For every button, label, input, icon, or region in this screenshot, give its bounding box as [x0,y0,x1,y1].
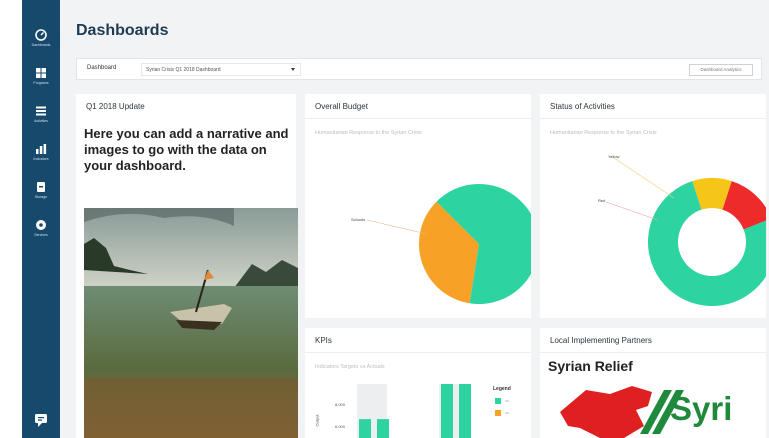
legend-swatch-orange [495,410,501,416]
dashboard-select-value: Syrian Crisis Q1 2018 Dashboard [146,67,221,73]
kpi-bar [377,419,389,438]
page-title: Dashboards [76,22,169,39]
boat-photo [84,208,298,438]
dashboard-select-label: Dashboard [87,65,117,71]
red-slice-label: Red [598,198,606,203]
sidebar-item-label: Programs [33,81,49,85]
chat-bubble-icon [35,414,47,427]
kpis-bar-chart [357,384,509,438]
dashboard-toolbar: Dashboard Syrian Crisis Q1 2018 Dashboar… [76,58,762,80]
kpi-bar [459,384,471,438]
sidebar-nav: Dashboards Programs Activities Indicator… [22,0,60,438]
sidebar-item-storage[interactable]: Storage [22,174,60,210]
activities-list-icon [36,106,46,116]
red-label-leader [605,201,659,221]
services-gear-icon [36,220,46,230]
activities-donut-chart [605,157,766,306]
dashboard-analytics-button[interactable]: Dashboard Analytics [689,64,753,76]
legend-swatch-teal [495,398,501,404]
budget-slice-label: Schools [351,217,366,222]
kpi-bar [441,384,453,438]
programs-grid-icon [36,68,46,78]
yellow-slice-label: Yellow [608,154,620,159]
kpi-y-tick: 6,000 [335,424,346,429]
sidebar-item-label: Storage [34,195,48,199]
kpi-y-axis-label: Output [314,414,320,427]
sidebar-item-label: Activities [34,119,48,123]
activities-card: Status of Activities Humanitarian Respon… [540,94,766,318]
yellow-label-leader [613,157,675,199]
sidebar-item-label: Indicators [33,157,49,161]
chevron-down-icon [291,68,295,71]
kpi-legend-title: Legend [493,386,511,392]
kpi-y-tick: 8,000 [335,402,346,407]
storage-box-icon [37,182,45,192]
sidebar-item-indicators[interactable]: Indicators [22,136,60,172]
kpi-bar [359,419,371,438]
budget-card: Overall Budget Humanitarian Response to … [305,94,531,318]
kpis-card: KPIs Indicators Targets vs Actuals Legen… [305,328,531,438]
dashboard-gauge-icon [35,29,47,41]
narrative-text: Here you can add a narrative and images … [84,126,289,173]
partners-card: Local Implementing Partners Syrian Relie… [540,328,766,438]
sidebar-item-activities[interactable]: Activities [22,98,60,134]
partner-logo-text: Syri [670,390,733,427]
dashboard-select[interactable]: Syrian Crisis Q1 2018 Dashboard [141,63,301,76]
sidebar-item-programs[interactable]: Programs [22,60,60,96]
sidebar-item-label: Dashboards [31,43,51,47]
sidebar-item-label: Services [34,233,48,237]
help-chat-button[interactable] [22,410,60,430]
sidebar-item-dashboards[interactable]: Dashboards [22,22,60,58]
budget-label-leader [366,219,428,235]
update-card: Q1 2018 Update Here you can add a narrat… [76,94,298,438]
main-content: Dashboards Dashboard Syrian Crisis Q1 20… [60,0,769,438]
update-card-title: Q1 2018 Update [86,102,145,111]
indicators-bar-icon [36,144,47,154]
sidebar-item-services[interactable]: Services [22,212,60,248]
budget-pie-chart [366,184,531,304]
